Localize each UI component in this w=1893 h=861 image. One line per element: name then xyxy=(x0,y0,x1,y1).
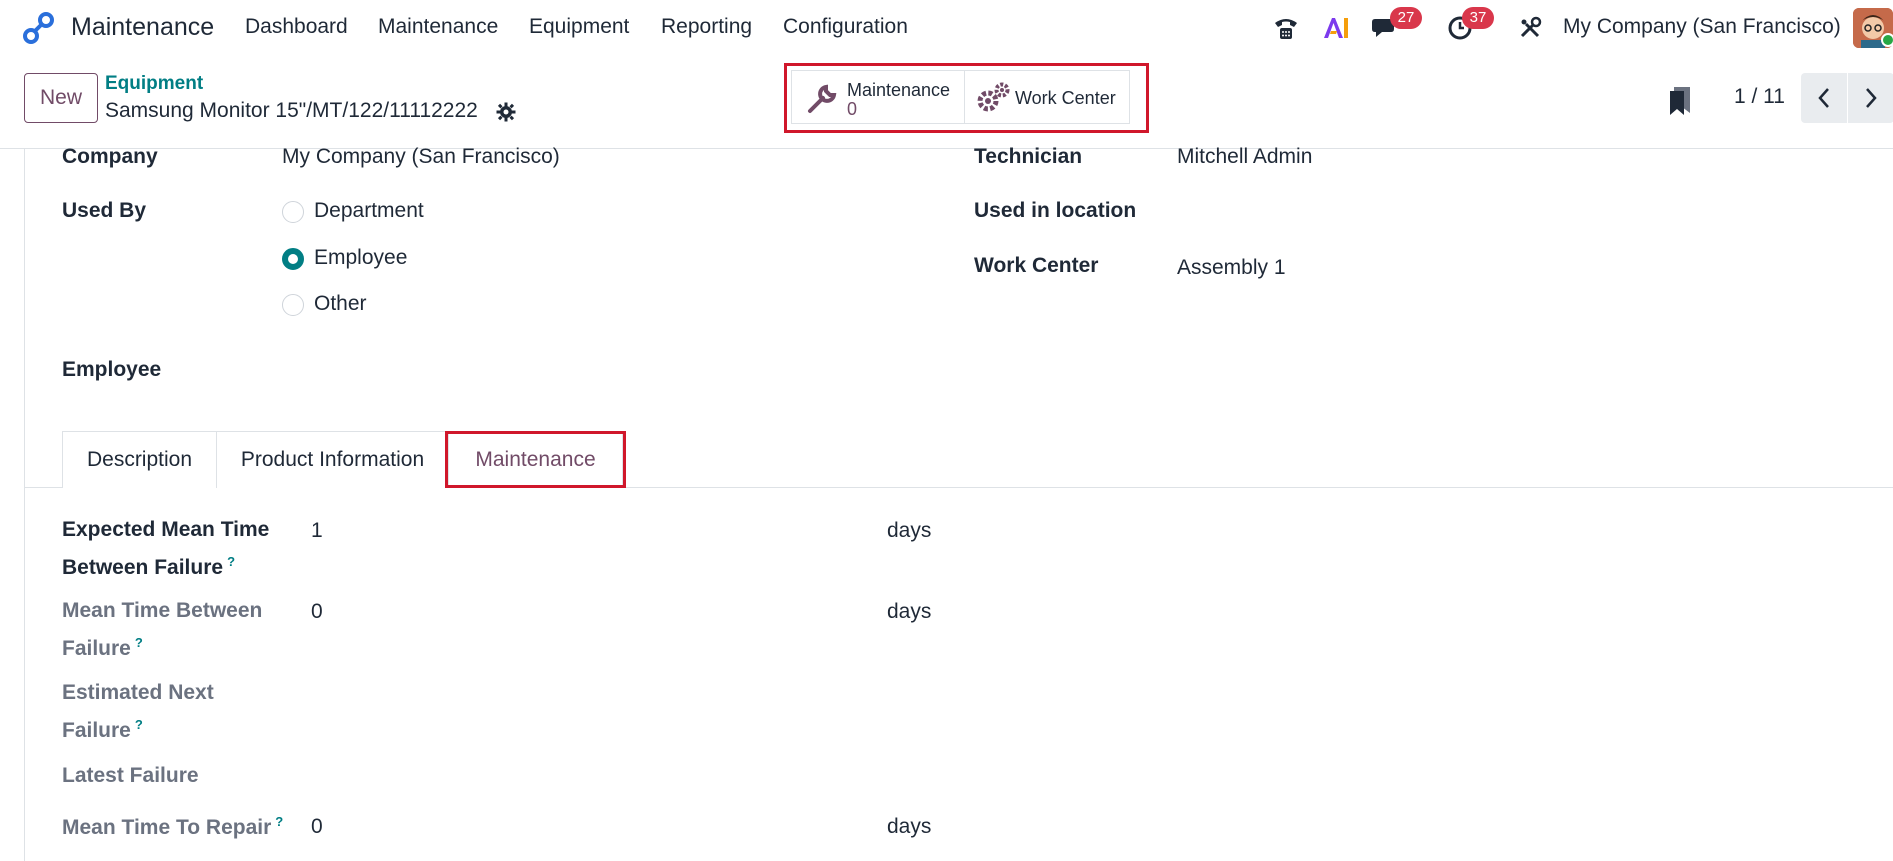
menu-reporting[interactable]: Reporting xyxy=(661,15,752,39)
mttr-label-text: Mean Time To Repair xyxy=(62,816,272,839)
expected-mtbf-help-icon[interactable]: ? xyxy=(227,554,235,569)
expected-mtbf-field[interactable]: 1 xyxy=(311,519,323,543)
tab-product-information[interactable]: Product Information xyxy=(216,431,449,488)
mtbf-help-icon[interactable]: ? xyxy=(135,635,143,650)
phone-icon[interactable] xyxy=(1271,13,1301,43)
expected-mtbf-label-line1: Expected Mean Time xyxy=(62,518,270,541)
radio-employee[interactable] xyxy=(282,248,304,270)
estimated-next-failure-label-line1: Estimated Next xyxy=(62,681,214,704)
activities-badge: 37 xyxy=(1462,7,1494,29)
mttr-field: 0 xyxy=(311,815,323,838)
mtbf-label: Mean Time Between Failure? xyxy=(62,595,262,665)
pager-next-button[interactable] xyxy=(1848,73,1893,123)
new-button[interactable]: New xyxy=(24,73,98,123)
mtbf-field: 0 xyxy=(311,600,323,623)
app-name[interactable]: Maintenance xyxy=(71,13,214,42)
radio-other-label[interactable]: Other xyxy=(314,292,367,316)
company-field[interactable]: My Company (San Francisco) xyxy=(282,145,560,169)
menu-equipment[interactable]: Equipment xyxy=(529,15,629,39)
company-label: Company xyxy=(62,145,158,168)
radio-other[interactable] xyxy=(282,294,304,316)
record-title: Samsung Monitor 15"/MT/122/11112222 xyxy=(105,99,478,122)
technician-field[interactable]: Mitchell Admin xyxy=(1177,145,1312,169)
mttr-unit: days xyxy=(887,815,932,838)
pager-previous-button[interactable] xyxy=(1801,73,1847,123)
tab-highlight-box xyxy=(445,431,626,488)
online-status-dot xyxy=(1881,33,1893,47)
expected-mtbf-label-line2: Between Failure xyxy=(62,556,224,579)
used-by-label: Used By xyxy=(62,199,147,222)
breadcrumb-equipment[interactable]: Equipment xyxy=(105,73,203,95)
company-switcher[interactable]: My Company (San Francisco) xyxy=(1563,15,1841,39)
mtbf-label-line2: Failure xyxy=(62,637,131,660)
pager-value[interactable]: 1 / 11 xyxy=(1734,85,1785,109)
bookmark-icon[interactable] xyxy=(1666,85,1694,117)
mtbf-label-line1: Mean Time Between xyxy=(62,599,263,622)
chevron-right-icon xyxy=(1866,88,1877,108)
employee-label: Employee xyxy=(62,358,162,381)
menu-dashboard[interactable]: Dashboard xyxy=(245,15,348,39)
radio-department-label[interactable]: Department xyxy=(314,199,424,223)
used-in-location-label: Used in location xyxy=(974,199,1137,222)
chevron-left-icon xyxy=(1818,88,1829,108)
estimated-next-failure-label-line2: Failure xyxy=(62,719,131,742)
form-sheet: Company My Company (San Francisco) Used … xyxy=(24,145,1893,861)
ai-icon[interactable] xyxy=(1321,13,1351,43)
actions-gear-icon[interactable] xyxy=(496,102,516,122)
app-logo-icon[interactable] xyxy=(21,10,57,46)
mtbf-unit: days xyxy=(887,600,932,623)
menu-configuration[interactable]: Configuration xyxy=(783,15,908,39)
estimated-next-failure-label: Estimated Next Failure? xyxy=(62,677,214,747)
expected-mtbf-unit: days xyxy=(887,519,932,542)
technician-label: Technician xyxy=(974,145,1083,168)
radio-employee-label[interactable]: Employee xyxy=(314,246,407,270)
tab-description[interactable]: Description xyxy=(62,431,217,488)
menu-maintenance[interactable]: Maintenance xyxy=(378,15,498,39)
control-panel: New Equipment Samsung Monitor 15"/MT/122… xyxy=(0,55,1893,149)
latest-failure-label: Latest Failure xyxy=(62,764,199,787)
work-center-field[interactable]: Assembly 1 xyxy=(1177,256,1286,280)
top-navbar: Maintenance Dashboard Maintenance Equipm… xyxy=(0,0,1893,55)
work-center-label: Work Center xyxy=(974,254,1099,277)
estimated-next-failure-help-icon[interactable]: ? xyxy=(135,717,143,732)
mttr-help-icon[interactable]: ? xyxy=(275,814,283,829)
tools-icon[interactable] xyxy=(1515,13,1545,43)
mttr-label: Mean Time To Repair? xyxy=(62,814,283,840)
expected-mtbf-label: Expected Mean Time Between Failure? xyxy=(62,514,269,584)
messages-badge: 27 xyxy=(1390,7,1422,29)
smart-buttons-highlight-box xyxy=(784,63,1149,133)
radio-department[interactable] xyxy=(282,201,304,223)
